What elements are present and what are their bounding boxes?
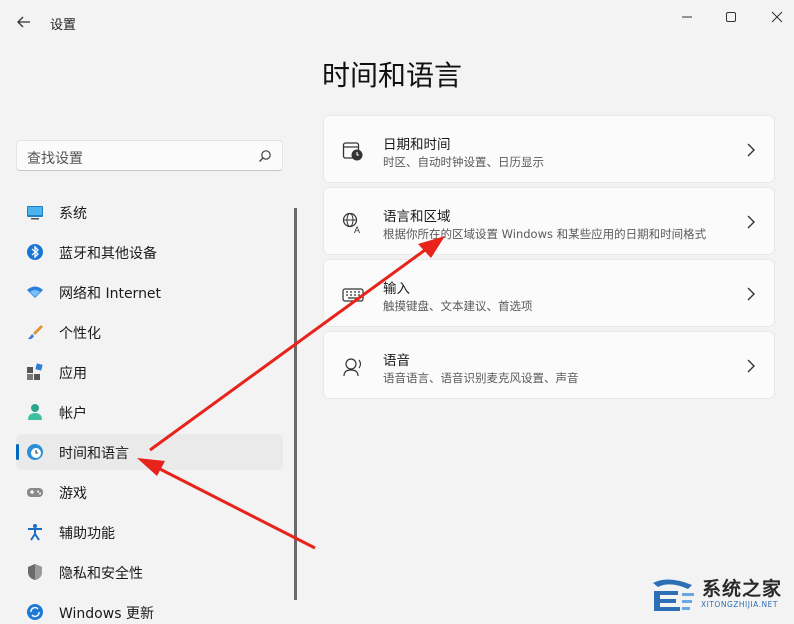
gamepad-icon xyxy=(27,488,43,497)
svg-text:A: A xyxy=(354,225,360,234)
sidebar-item-label: 时间和语言 xyxy=(59,446,129,462)
accessibility-icon xyxy=(28,524,42,541)
close-icon xyxy=(771,11,783,23)
update-icon xyxy=(27,604,43,620)
card-subtitle: 触摸键盘、文本建议、首选项 xyxy=(383,299,533,313)
globe-clock-icon xyxy=(27,444,43,460)
card-subtitle: 语音语言、语音识别麦克风设置、声音 xyxy=(383,371,579,385)
page-title: 时间和语言 xyxy=(322,59,463,92)
sidebar-item-label: 应用 xyxy=(59,366,87,382)
sidebar-item-label: 系统 xyxy=(59,206,87,222)
sidebar-item-label: 辅助功能 xyxy=(59,526,115,542)
search-placeholder: 查找设置 xyxy=(27,151,83,167)
chevron-right-icon xyxy=(747,287,755,301)
sidebar-scrollbar[interactable] xyxy=(294,208,297,600)
sidebar-item-network[interactable]: 网络和 Internet xyxy=(16,274,283,310)
sidebar-item-apps[interactable]: 应用 xyxy=(16,354,283,390)
keyboard-icon xyxy=(342,288,364,302)
sidebar-item-time-language[interactable]: 时间和语言 xyxy=(16,434,283,470)
sidebar-item-label: Windows 更新 xyxy=(59,606,154,622)
sidebar-item-label: 游戏 xyxy=(59,486,87,502)
person-icon xyxy=(28,404,42,420)
sidebar-item-gaming[interactable]: 游戏 xyxy=(16,474,283,510)
card-title: 语言和区域 xyxy=(383,209,451,225)
back-button[interactable] xyxy=(10,8,38,36)
card-language-region[interactable]: A 语言和区域 根据你所在的区域设置 Windows 和某些应用的日期和时间格式 xyxy=(323,187,775,255)
card-title: 输入 xyxy=(383,281,410,297)
search-icon xyxy=(259,150,271,162)
watermark-text: 系统之家 xyxy=(702,578,783,600)
card-speech[interactable]: 语音 语音语言、语音识别麦克风设置、声音 xyxy=(323,331,775,399)
sidebar-item-accessibility[interactable]: 辅助功能 xyxy=(16,514,283,550)
card-typing[interactable]: 输入 触摸键盘、文本建议、首选项 xyxy=(323,259,775,327)
sidebar-item-label: 帐户 xyxy=(59,406,87,422)
minimize-button[interactable] xyxy=(672,6,702,28)
shield-icon xyxy=(28,564,42,580)
maximize-button[interactable] xyxy=(716,6,746,28)
bluetooth-icon xyxy=(27,244,43,260)
sidebar-item-label: 网络和 Internet xyxy=(59,286,162,302)
calendar-clock-icon xyxy=(342,142,363,161)
card-subtitle: 时区、自动时钟设置、日历显示 xyxy=(383,155,544,169)
watermark-logo-icon xyxy=(653,579,694,611)
chevron-right-icon xyxy=(747,359,755,373)
sidebar-item-personalization[interactable]: 个性化 xyxy=(16,314,283,350)
card-date-time[interactable]: 日期和时间 时区、自动时钟设置、日历显示 xyxy=(323,115,775,183)
wifi-icon xyxy=(27,286,43,298)
selection-indicator xyxy=(16,444,19,460)
monitor-icon xyxy=(27,206,43,220)
sidebar-item-bluetooth[interactable]: 蓝牙和其他设备 xyxy=(16,234,283,270)
sidebar-item-label: 隐私和安全性 xyxy=(59,566,143,582)
sidebar-item-system[interactable]: 系统 xyxy=(16,194,283,230)
card-subtitle: 根据你所在的区域设置 Windows 和某些应用的日期和时间格式 xyxy=(383,227,707,241)
back-arrow-icon xyxy=(17,16,30,28)
close-button[interactable] xyxy=(762,6,792,28)
speech-icon xyxy=(343,358,362,377)
language-icon: A xyxy=(342,212,360,234)
card-title: 语音 xyxy=(383,353,410,369)
apps-icon xyxy=(27,363,43,380)
sidebar-item-label: 蓝牙和其他设备 xyxy=(59,246,157,262)
minimize-icon xyxy=(682,16,692,18)
chevron-right-icon xyxy=(747,215,755,229)
sidebar-item-privacy[interactable]: 隐私和安全性 xyxy=(16,554,283,590)
sidebar-item-accounts[interactable]: 帐户 xyxy=(16,394,283,430)
search-input[interactable]: 查找设置 xyxy=(16,140,283,171)
card-title: 日期和时间 xyxy=(383,137,451,153)
brush-icon xyxy=(28,325,43,340)
maximize-icon xyxy=(726,12,736,22)
sidebar-item-label: 个性化 xyxy=(59,326,101,342)
title-bar: 设置 xyxy=(0,0,794,44)
app-title: 设置 xyxy=(50,18,77,33)
watermark-url: XITONGZHIJIA.NET xyxy=(701,600,778,609)
sidebar-item-windows-update[interactable]: Windows 更新 xyxy=(16,594,283,624)
chevron-right-icon xyxy=(747,143,755,157)
